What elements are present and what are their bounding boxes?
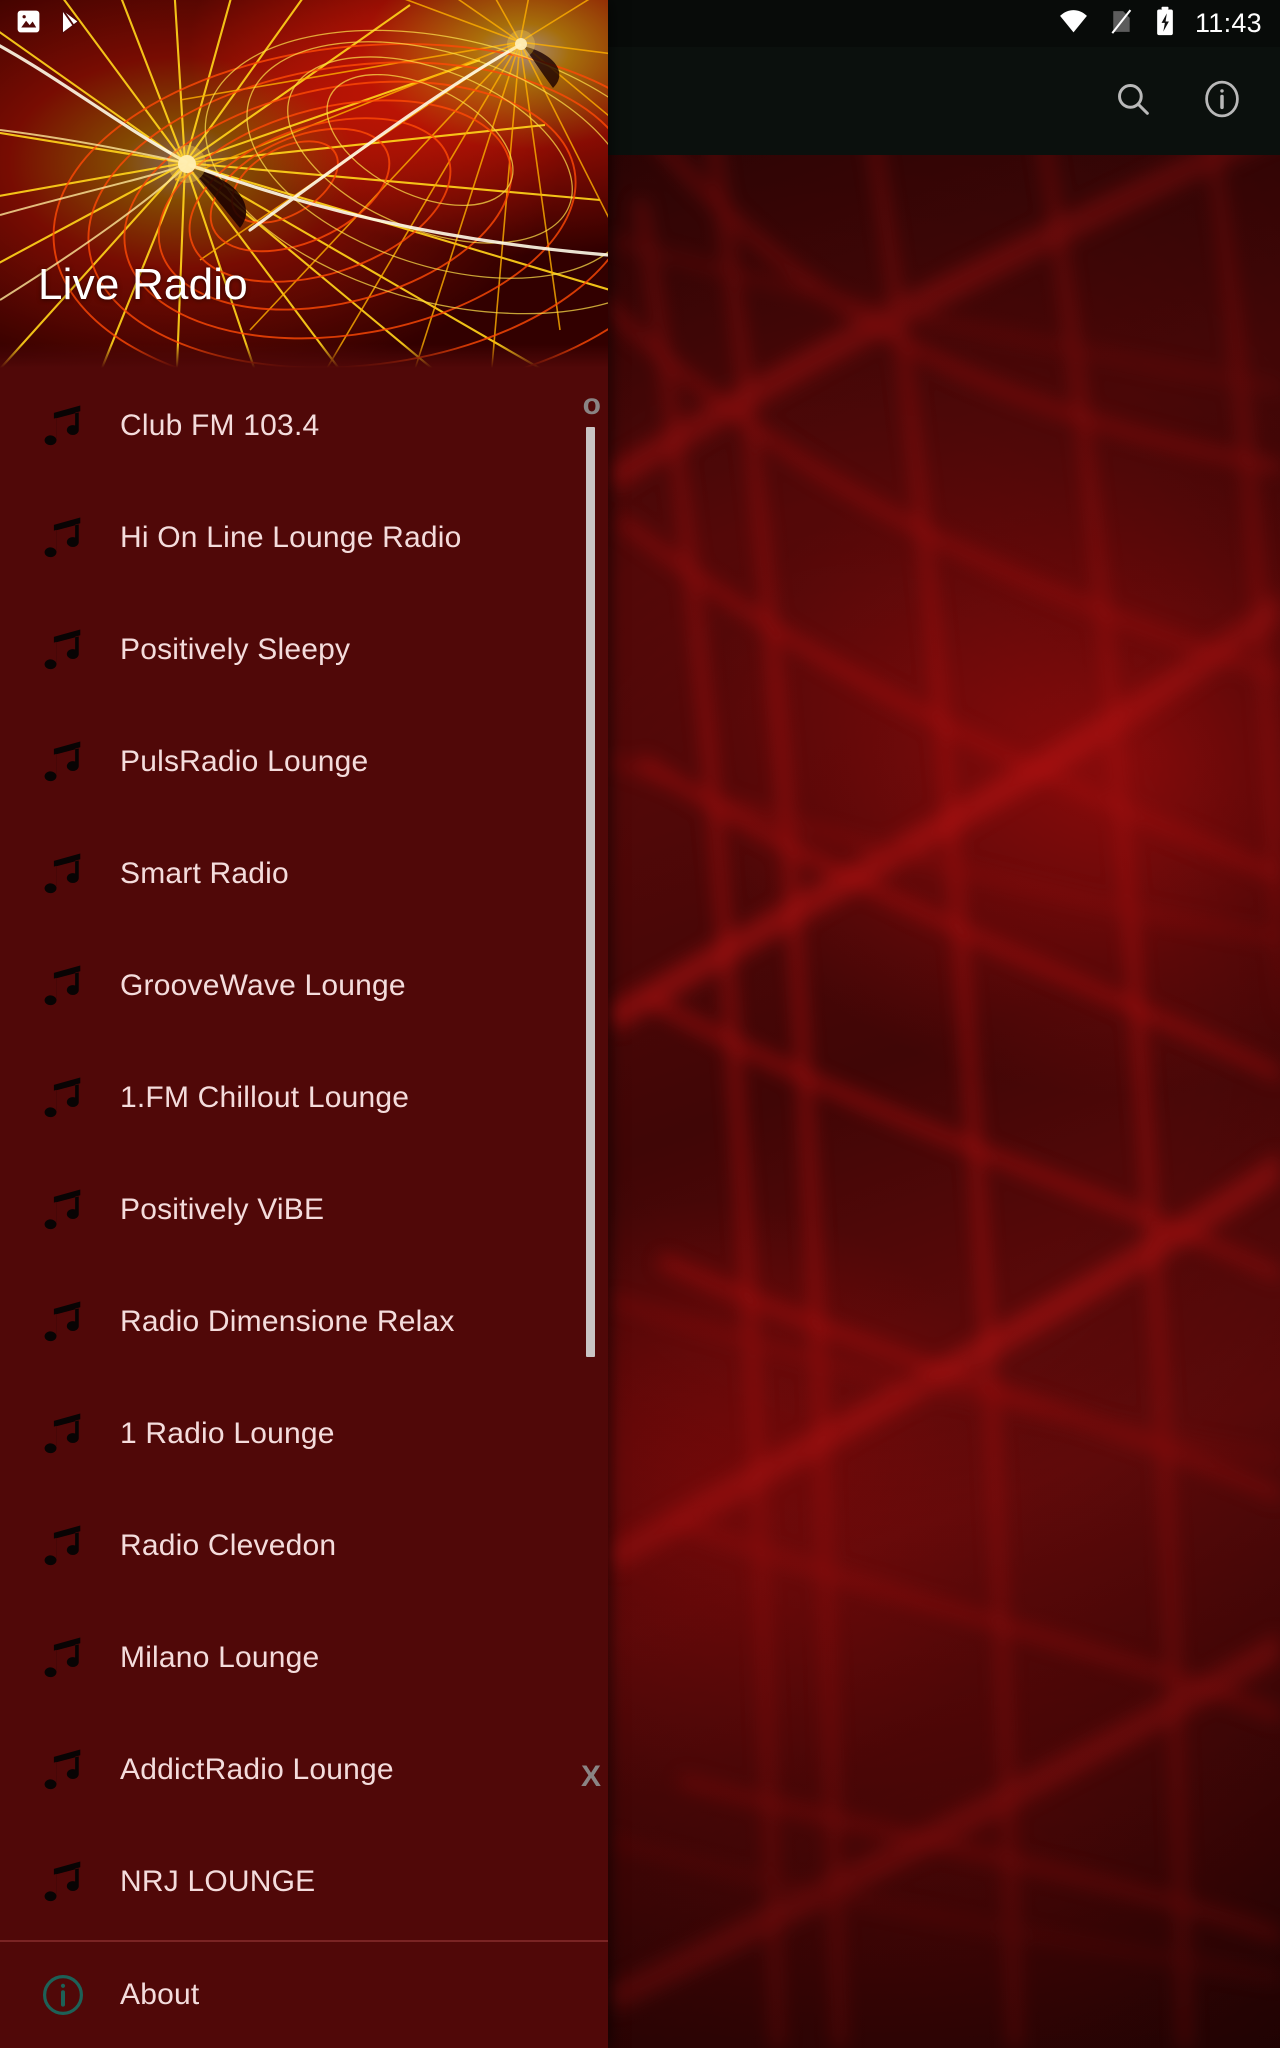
drawer-item-station-label: Positively ViBE [120,1193,325,1226]
drawer-item-station[interactable]: PulsRadio Lounge [0,706,608,818]
app-bar [608,47,1280,155]
info-circle-icon [28,1971,98,2019]
drawer-item-station[interactable]: Smart Radio [0,818,608,930]
drawer-scrollbar-thumb[interactable] [586,427,595,1357]
music-note-icon [28,1630,98,1686]
drawer-item-station[interactable]: NRJ LOUNGE [0,1826,608,1938]
drawer-item-station[interactable]: 1.FM Chillout Lounge [0,1042,608,1154]
drawer-item-station[interactable]: Hi On Line Lounge Radio [0,482,608,594]
station-list[interactable]: Club FM 103.4 Hi On Line Lounge Radio Posi… [0,370,608,1940]
music-note-icon [28,510,98,566]
drawer-item-station-label: Hi On Line Lounge Radio [120,521,462,554]
drawer-item-station-label: 1.FM Chillout Lounge [120,1081,410,1114]
drawer-item-station-label: NRJ LOUNGE [120,1865,316,1898]
music-note-icon [28,1854,98,1910]
statusbar-backdrop [608,0,1280,47]
drawer-item-station-label: Milano Lounge [120,1641,320,1674]
drawer-item-about-label: About [120,1978,200,2011]
search-icon[interactable] [1112,78,1154,125]
music-note-icon [28,958,98,1014]
info-icon[interactable] [1200,77,1244,126]
drawer-item-station-label: Smart Radio [120,857,289,890]
drawer-header-fade [0,344,608,370]
drawer-item-station[interactable]: 1 Radio Lounge [0,1378,608,1490]
drawer-item-station-label: GrooveWave Lounge [120,969,406,1002]
drawer-item-station[interactable]: AddictRadio Lounge [0,1714,608,1826]
drawer-item-station[interactable]: Positively ViBE [0,1154,608,1266]
drawer-item-station[interactable]: Radio Dimensione Relax [0,1266,608,1378]
music-note-icon [28,1070,98,1126]
drawer-item-station-label: Radio Clevedon [120,1529,337,1562]
drawer-item-station-label: Positively Sleepy [120,633,351,666]
drawer-header: Live Radio [0,0,608,370]
music-note-icon [28,622,98,678]
drawer-item-station-label: 1 Radio Lounge [120,1417,335,1450]
music-note-icon [28,846,98,902]
music-note-icon [28,1518,98,1574]
music-note-icon [28,398,98,454]
drawer-item-station-label: PulsRadio Lounge [120,745,369,778]
music-note-icon [28,734,98,790]
drawer-item-station[interactable]: GrooveWave Lounge [0,930,608,1042]
drawer-item-station-label: Radio Dimensione Relax [120,1305,455,1338]
drawer-item-station[interactable]: Milano Lounge [0,1602,608,1714]
drawer-item-station-label: AddictRadio Lounge [120,1753,394,1786]
music-note-icon [28,1742,98,1798]
navigation-drawer: Live Radio Club FM 103.4 Hi On Line Loung… [0,0,608,2048]
drawer-item-station-label: Club FM 103.4 [120,409,320,442]
music-note-icon [28,1406,98,1462]
app-screen: Live Radio Club FM 103.4 Hi On Line Loung… [0,0,1280,2048]
music-note-icon [28,1182,98,1238]
drawer-item-about[interactable]: About [0,1942,608,2048]
drawer-item-station[interactable]: Club FM 103.4 [0,370,608,482]
music-note-icon [28,1294,98,1350]
drawer-item-station[interactable]: Radio Clevedon [0,1490,608,1602]
drawer-header-title: Live Radio [38,260,248,309]
drawer-header-artwork [0,0,608,370]
drawer-item-station[interactable]: Positively Sleepy [0,594,608,706]
